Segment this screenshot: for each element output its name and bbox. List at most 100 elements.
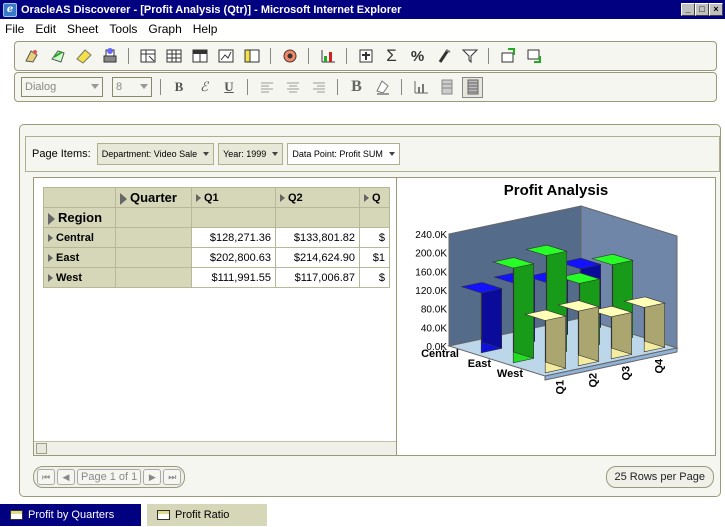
worksheet-icon	[157, 510, 170, 520]
page-detail-icon[interactable]	[189, 46, 210, 67]
data-cell[interactable]: $133,801.82	[275, 227, 360, 248]
row-banding-icon[interactable]	[462, 76, 483, 98]
toolbar-separator	[270, 48, 271, 64]
align-left-icon[interactable]	[256, 77, 277, 98]
data-cell[interactable]: $214,624.90	[275, 247, 360, 268]
column-header[interactable]: Q	[359, 187, 390, 208]
table-icon[interactable]	[137, 46, 158, 67]
sum-icon[interactable]: Σ	[381, 46, 402, 67]
row-header-label: Central	[56, 231, 94, 244]
filter-icon[interactable]	[459, 46, 480, 67]
tab-profit-ratio[interactable]: Profit Ratio	[147, 504, 267, 526]
first-page-button[interactable]: ⏮	[37, 469, 55, 485]
quarter-dimension-header[interactable]: Quarter	[115, 187, 192, 208]
page-items-bar: Page Items: Department: Video Sale Year:…	[25, 136, 720, 172]
maximize-button[interactable]: □	[695, 3, 709, 16]
data-cell[interactable]: $	[359, 267, 390, 288]
sql-icon[interactable]	[279, 46, 300, 67]
region-dimension-label: Region	[58, 210, 103, 225]
menu-file[interactable]: File	[4, 22, 25, 36]
crosstab-table: Quarter Q1 Q2 Q Region Central $128,271.…	[43, 187, 390, 288]
row-header[interactable]: Central	[43, 227, 116, 248]
graph-sheet-icon[interactable]	[215, 46, 236, 67]
font-size-value: 8	[116, 81, 123, 93]
toolbar-separator	[308, 48, 309, 64]
tab-profit-by-quarters[interactable]: Profit by Quarters	[0, 504, 141, 526]
align-center-icon[interactable]	[282, 77, 303, 98]
data-cell[interactable]: $	[359, 227, 390, 248]
horizontal-scrollbar[interactable]	[34, 441, 409, 455]
data-cell[interactable]: $202,800.63	[191, 247, 276, 268]
menu-sheet[interactable]: Sheet	[66, 22, 99, 36]
open-workbook-icon[interactable]	[47, 46, 68, 67]
text-format-icon[interactable]: B	[346, 77, 367, 98]
page-items-label: Page Items:	[32, 148, 91, 160]
row-header[interactable]: East	[43, 247, 116, 268]
calculation-icon[interactable]	[433, 46, 454, 67]
menu-help[interactable]: Help	[192, 22, 219, 36]
font-select[interactable]: Dialog	[21, 77, 103, 97]
drill-up-icon[interactable]	[497, 46, 518, 67]
column-header[interactable]: Q2	[275, 187, 360, 208]
year-dropdown[interactable]: Year: 1999	[218, 143, 284, 165]
chart-panel: Profit Analysis 240.0K 200.0K 160.0K 120.0K 8…	[396, 177, 716, 456]
series-label: West	[497, 368, 523, 380]
format-toolbar: Dialog 8 B ℰ U B	[14, 72, 717, 102]
crosstab-icon[interactable]	[163, 46, 184, 67]
align-right-icon[interactable]	[308, 77, 329, 98]
close-button[interactable]: ×	[709, 3, 723, 16]
font-size-select[interactable]: 8	[112, 77, 152, 97]
expand-icon	[280, 193, 285, 202]
region-dimension-header[interactable]: Region	[43, 207, 116, 228]
scroll-left-button[interactable]	[36, 443, 47, 454]
data-point-value: Data Point: Profit SUM	[292, 149, 383, 159]
underline-button[interactable]: U	[219, 79, 239, 95]
worksheet-icon	[10, 510, 23, 520]
worksheet-area: Page Items: Department: Video Sale Year:…	[19, 124, 721, 497]
spacer-cell	[275, 207, 360, 228]
menu-edit[interactable]: Edit	[34, 22, 57, 36]
column-header[interactable]: Q1	[191, 187, 276, 208]
drill-down-icon[interactable]	[523, 46, 544, 67]
data-point-dropdown[interactable]: Data Point: Profit SUM	[287, 143, 400, 165]
data-cell[interactable]: $1	[359, 247, 390, 268]
chart-icon[interactable]	[317, 46, 338, 67]
fill-color-icon[interactable]	[372, 77, 393, 98]
graph-format-icon[interactable]	[410, 77, 431, 98]
data-cell[interactable]: $128,271.36	[191, 227, 276, 248]
new-workbook-icon[interactable]	[21, 46, 42, 67]
data-cell[interactable]: $117,006.87	[275, 267, 360, 288]
series-label: Central	[421, 348, 459, 360]
prev-page-button[interactable]: ◀	[57, 469, 75, 485]
next-page-button[interactable]: ▶	[143, 469, 162, 485]
rows-per-page-button[interactable]: 25 Rows per Page	[605, 466, 714, 488]
left-strip	[0, 38, 8, 498]
menu-graph[interactable]: Graph	[147, 22, 182, 36]
percent-icon[interactable]: %	[407, 46, 428, 67]
toolbar-separator	[128, 48, 129, 64]
window-buttons: _ □ ×	[681, 3, 723, 16]
toolbar-separator	[488, 48, 489, 64]
menu-tools[interactable]: Tools	[108, 22, 138, 36]
minimize-button[interactable]: _	[681, 3, 695, 16]
expand-icon	[364, 193, 369, 202]
ie-icon: e	[3, 2, 17, 17]
pivot-icon[interactable]	[241, 46, 262, 67]
spacer-cell	[115, 247, 192, 268]
italic-button[interactable]: ℰ	[194, 79, 214, 95]
year-value: Year: 1999	[223, 149, 267, 159]
bold-button[interactable]: B	[169, 79, 189, 95]
row-header[interactable]: West	[43, 267, 116, 288]
save-icon[interactable]	[73, 46, 94, 67]
data-cell[interactable]: $111,991.55	[191, 267, 276, 288]
totals-icon[interactable]	[355, 46, 376, 67]
table-row: West $111,991.55 $117,006.87 $	[43, 267, 390, 288]
department-dropdown[interactable]: Department: Video Sale	[96, 143, 215, 165]
print-icon[interactable]	[99, 46, 120, 67]
column-header-label: Q2	[288, 191, 303, 204]
profit-chart[interactable]: Profit Analysis 240.0K 200.0K 160.0K 120.0K 8…	[397, 178, 715, 455]
gridlines-icon[interactable]	[436, 77, 457, 98]
last-page-button[interactable]: ⏭	[163, 469, 182, 485]
category-label: Q2	[588, 373, 600, 388]
worksheet-tabs: Profit by Quarters Profit Ratio	[0, 500, 725, 527]
